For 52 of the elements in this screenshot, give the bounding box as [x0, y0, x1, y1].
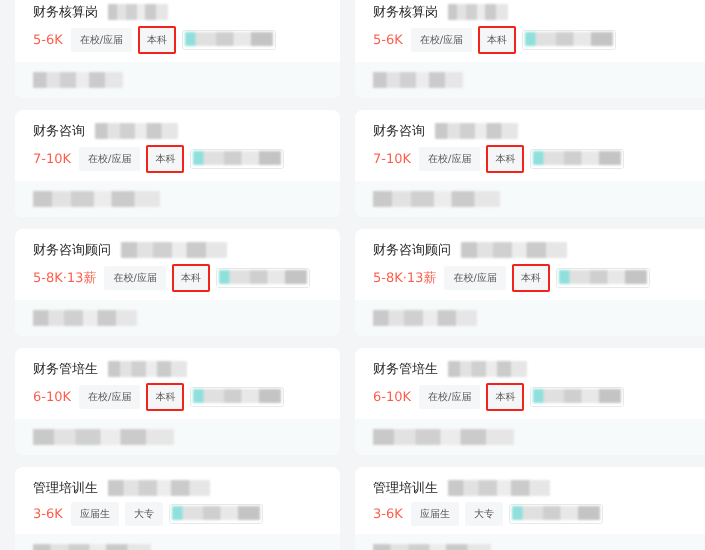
- job-card[interactable]: 财务核算岗 5-6K 在校/应届 本科: [355, 0, 705, 98]
- job-tag: 大专: [464, 502, 503, 526]
- job-title: 财务咨询顾问: [373, 242, 451, 259]
- job-tag: 在校/应届: [79, 385, 140, 409]
- salary: 3-6K: [373, 506, 403, 522]
- blurred-company-name: [108, 4, 168, 20]
- job-tag: 本科: [486, 145, 524, 173]
- salary: 5-6K: [33, 32, 63, 48]
- job-card[interactable]: 管理培训生 3-6K 应届生 大专: [15, 467, 340, 550]
- job-title: 财务核算岗: [373, 4, 438, 21]
- job-card[interactable]: 财务管培生 6-10K 在校/应届 本科: [15, 348, 340, 455]
- job-tag: 在校/应届: [419, 385, 480, 409]
- job-card[interactable]: 财务咨询 7-10K 在校/应届 本科: [15, 110, 340, 217]
- job-tag: 本科: [478, 26, 516, 54]
- job-card[interactable]: 财务咨询顾问 5-8K·13薪 在校/应届 本科: [355, 229, 705, 336]
- job-tag: 大专: [124, 502, 163, 526]
- job-title: 财务咨询: [373, 123, 425, 140]
- job-tag: 在校/应届: [70, 28, 132, 52]
- job-title: 财务管培生: [33, 361, 98, 378]
- salary: 7-10K: [33, 152, 72, 166]
- job-card[interactable]: 财务核算岗 5-6K 在校/应届 本科: [15, 0, 340, 98]
- job-tag: 本科: [138, 26, 176, 54]
- salary: 3-6K: [33, 506, 63, 522]
- job-title: 财务管培生: [373, 361, 438, 378]
- job-tag: 本科: [486, 383, 524, 411]
- salary: 5-8K·13薪: [373, 270, 436, 287]
- job-title: 财务核算岗: [33, 4, 98, 21]
- job-tag: 在校/应届: [79, 147, 140, 171]
- job-title: 财务咨询: [33, 123, 85, 140]
- job-tag: 在校/应届: [410, 28, 472, 52]
- job-tag: 本科: [146, 145, 184, 173]
- job-title: 管理培训生: [33, 480, 98, 497]
- salary: 5-8K·13薪: [33, 270, 96, 287]
- job-tag: 在校/应届: [104, 266, 166, 290]
- job-title: 管理培训生: [373, 480, 438, 497]
- job-title: 财务咨询顾问: [33, 242, 111, 259]
- job-card[interactable]: 财务咨询 7-10K 在校/应届 本科: [355, 110, 705, 217]
- salary: 7-10K: [373, 152, 412, 166]
- job-card[interactable]: 管理培训生 3-6K 应届生 大专: [355, 467, 705, 550]
- blurred-company-name: [448, 4, 508, 20]
- salary: 6-10K: [33, 390, 72, 404]
- job-tag: 本科: [172, 264, 210, 292]
- job-tag: 应届生: [410, 502, 459, 526]
- salary: 5-6K: [373, 32, 403, 48]
- job-tag: 在校/应届: [444, 266, 506, 290]
- job-card[interactable]: 财务管培生 6-10K 在校/应届 本科: [355, 348, 705, 455]
- job-tag: 应届生: [70, 502, 119, 526]
- job-card[interactable]: 财务咨询顾问 5-8K·13薪 在校/应届 本科: [15, 229, 340, 336]
- job-tag: 本科: [512, 264, 550, 292]
- salary: 6-10K: [373, 390, 412, 404]
- job-tag: 在校/应届: [419, 147, 480, 171]
- job-tag: 本科: [146, 383, 184, 411]
